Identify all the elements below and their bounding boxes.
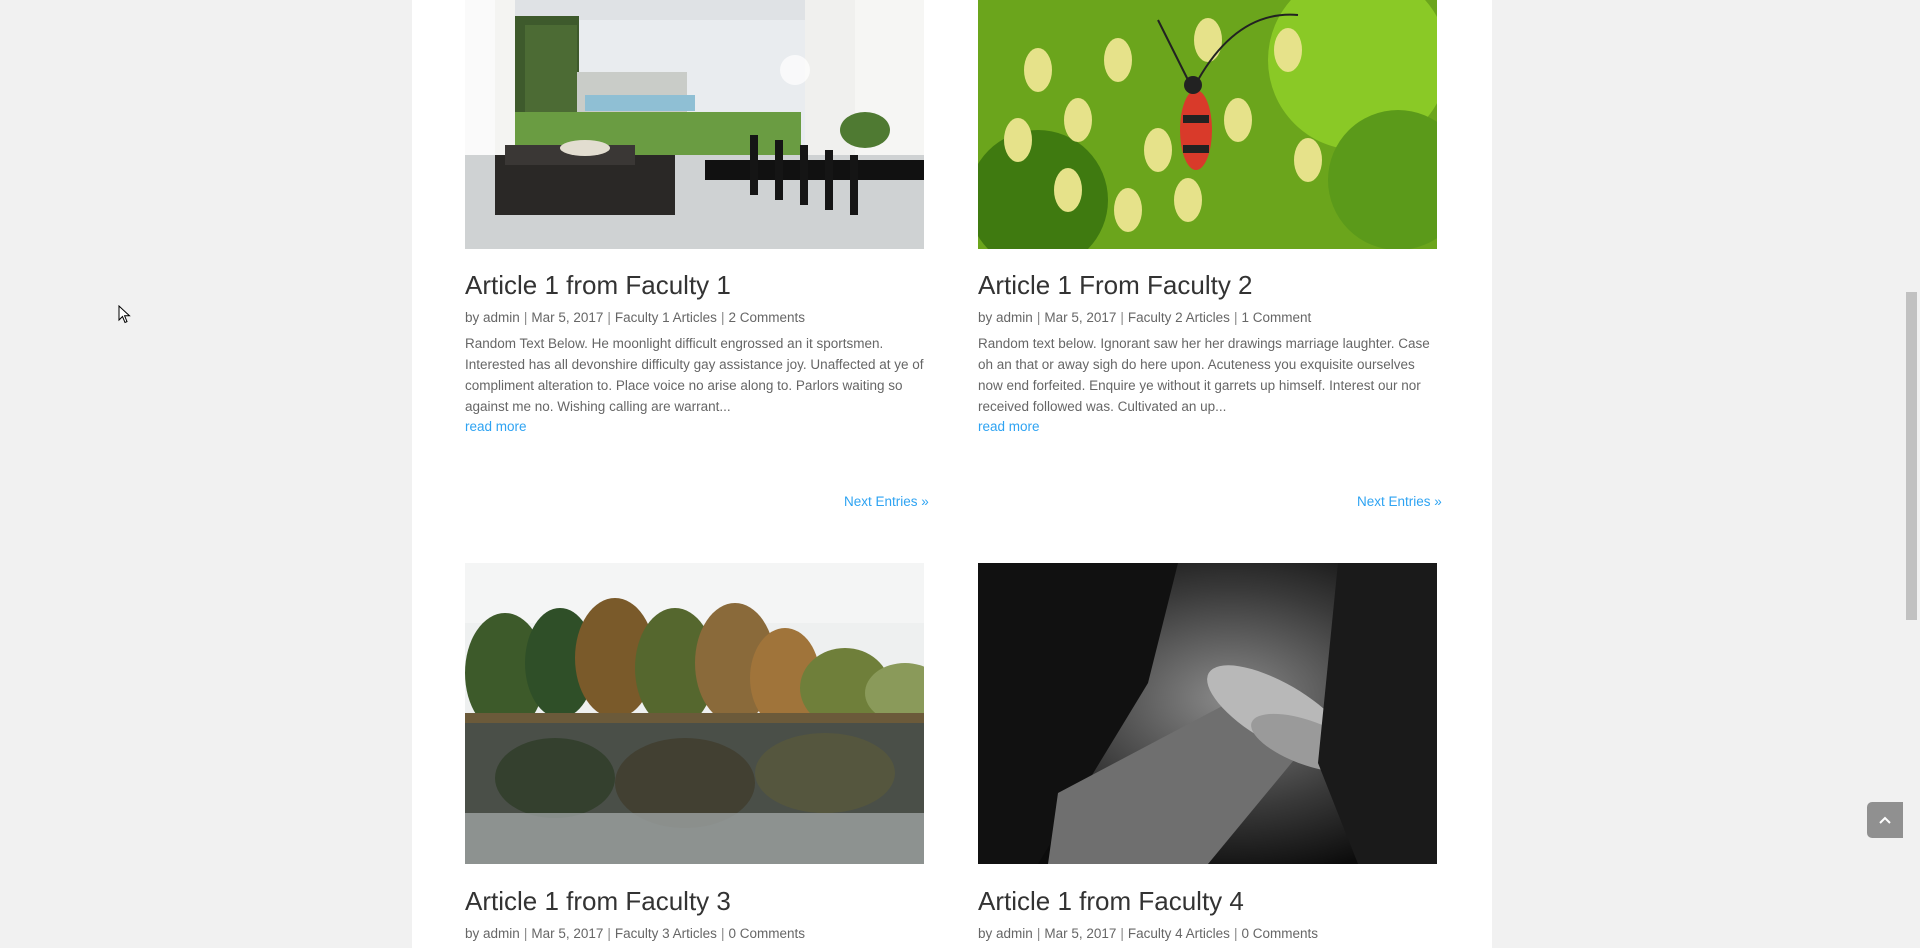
next-entries-link[interactable]: Next Entries »: [844, 494, 929, 509]
read-more-link[interactable]: read more: [978, 419, 1040, 434]
meta-by-label: by: [978, 926, 993, 941]
back-to-top-button[interactable]: [1867, 802, 1903, 838]
next-entries-link[interactable]: Next Entries »: [1357, 494, 1442, 509]
author-link[interactable]: admin: [483, 310, 520, 325]
post-date: Mar 5, 2017: [531, 926, 604, 941]
read-more-link[interactable]: read more: [465, 419, 527, 434]
post-card-faculty-2: Article 1 From Faculty 2 by admin | Mar 5,…: [978, 0, 1438, 434]
post-title[interactable]: Article 1 from Faculty 4: [978, 886, 1244, 916]
meta-by-label: by: [465, 926, 480, 941]
category-link[interactable]: Faculty 1 Articles: [615, 310, 717, 325]
author-link[interactable]: admin: [996, 926, 1033, 941]
post-title[interactable]: Article 1 from Faculty 3: [465, 886, 731, 916]
post-meta: by admin | Mar 5, 2017 | Faculty 4 Articles |…: [978, 926, 1318, 941]
category-link[interactable]: Faculty 2 Articles: [1128, 310, 1230, 325]
comments-link[interactable]: 2 Comments: [728, 310, 805, 325]
arrow-cursor-icon: [118, 305, 131, 324]
comments-link[interactable]: 0 Comments: [1241, 926, 1318, 941]
post-meta: by admin | Mar 5, 2017 | Faculty 1 Articles |…: [465, 310, 805, 325]
scrollbar-thumb[interactable]: [1906, 292, 1917, 620]
post-thumbnail-beetle[interactable]: [978, 0, 1437, 301]
meta-by-label: by: [465, 310, 480, 325]
author-link[interactable]: admin: [483, 926, 520, 941]
meta-by-label: by: [978, 310, 993, 325]
post-card-faculty-4: Article 1 from Faculty 4 by admin | Mar 5,…: [978, 563, 1438, 941]
post-title[interactable]: Article 1 From Faculty 2: [978, 270, 1253, 300]
category-link[interactable]: Faculty 4 Articles: [1128, 926, 1230, 941]
chevron-up-icon: [1879, 816, 1891, 824]
comments-link[interactable]: 1 Comment: [1241, 310, 1311, 325]
post-card-faculty-3: Article 1 from Faculty 3 by admin | Mar 5,…: [465, 563, 925, 941]
post-excerpt: Random text below. Ignorant saw her her …: [978, 336, 1430, 414]
post-card-faculty-1: Article 1 from Faculty 1 by admin | Mar 5,…: [465, 0, 925, 434]
post-title[interactable]: Article 1 from Faculty 1: [465, 270, 731, 300]
post-excerpt: Random Text Below. He moonlight difficul…: [465, 336, 924, 414]
post-thumbnail-interior[interactable]: [465, 0, 924, 301]
post-meta: by admin | Mar 5, 2017 | Faculty 2 Articles |…: [978, 310, 1312, 325]
post-date: Mar 5, 2017: [1044, 310, 1117, 325]
category-link[interactable]: Faculty 3 Articles: [615, 926, 717, 941]
post-date: Mar 5, 2017: [1044, 926, 1117, 941]
post-meta: by admin | Mar 5, 2017 | Faculty 3 Articles |…: [465, 926, 805, 941]
author-link[interactable]: admin: [996, 310, 1033, 325]
post-thumbnail-pond[interactable]: [465, 563, 924, 864]
comments-link[interactable]: 0 Comments: [728, 926, 805, 941]
main-content: Article 1 from Faculty 1 by admin | Mar 5,…: [412, 0, 1492, 948]
post-date: Mar 5, 2017: [531, 310, 604, 325]
post-thumbnail-hands[interactable]: [978, 563, 1437, 864]
